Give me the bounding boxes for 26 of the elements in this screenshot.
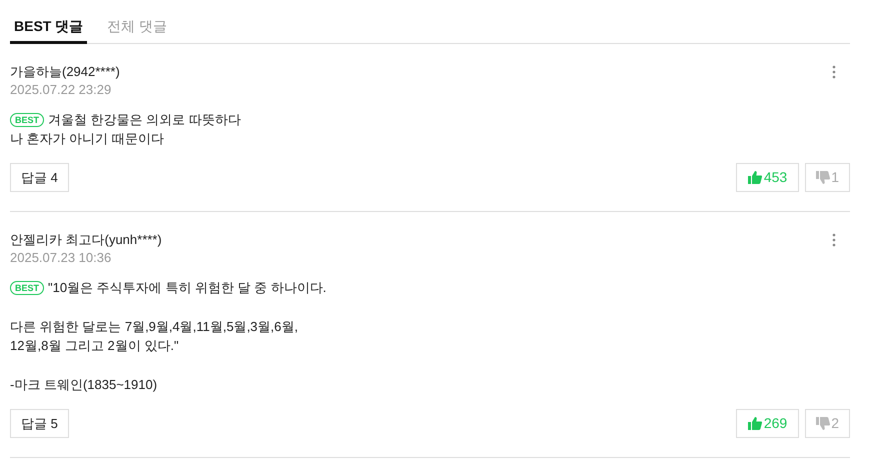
comment-text: 다른 위험한 달로는 7월,9월,4월,11월,5월,3월,6월, [10, 318, 298, 336]
reply-button[interactable]: 답글 4 [10, 163, 69, 192]
comment-text: 나 혼자가 아니기 때문이다 [10, 130, 164, 148]
tab[interactable]: BEST 댓글 [10, 0, 88, 44]
comment-text: 12월,8월 그리고 2월이 있다." [10, 337, 179, 355]
thumbs-down-icon [816, 171, 830, 184]
like-button[interactable]: 453 [736, 163, 800, 192]
comment-text: 겨울철 한강물은 의외로 따뜻하다 [48, 111, 241, 129]
comment-date: 2025.07.23 10:36 [10, 249, 112, 267]
comment-author: 가을하늘(2942****) [10, 63, 120, 81]
best-badge: BEST [10, 112, 44, 126]
like-button[interactable]: 269 [736, 409, 800, 438]
reply-button[interactable]: 답글 5 [10, 409, 69, 438]
more-options-icon[interactable] [832, 65, 836, 79]
dislike-button[interactable]: 2 [805, 409, 850, 438]
thumbs-down-icon [816, 417, 830, 430]
comment-text: -마크 트웨인(1835~1910) [10, 376, 158, 394]
tab[interactable]: 전체 댓글 [103, 0, 172, 44]
comment-date: 2025.07.22 23:29 [10, 81, 112, 99]
thumbs-up-icon [748, 171, 762, 184]
comment-text: "10월은 주식투자에 특히 위험한 달 중 하나이다. [48, 279, 326, 297]
comment-author: 안젤리카 최고다(yunh****) [10, 231, 162, 249]
thumbs-up-icon [748, 417, 762, 430]
best-badge: BEST [10, 280, 44, 294]
dislike-button[interactable]: 1 [805, 163, 850, 192]
more-options-icon[interactable] [832, 233, 836, 247]
